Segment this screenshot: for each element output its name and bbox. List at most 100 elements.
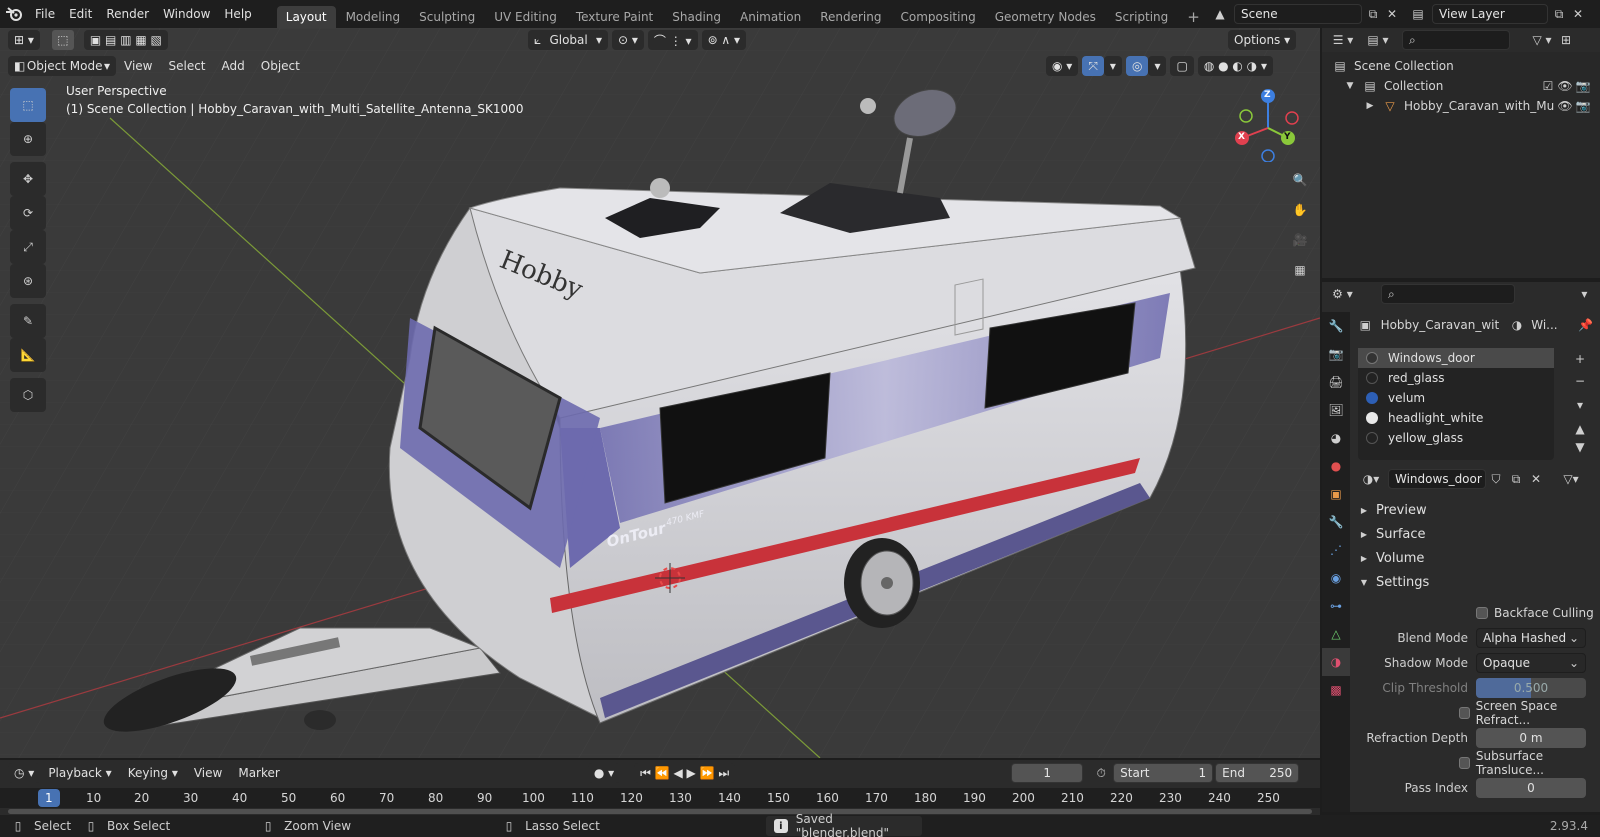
menu-add[interactable]: Add (214, 59, 253, 73)
stopwatch-icon[interactable]: ⏱ (1089, 766, 1113, 781)
transform-orientation-dropdown[interactable]: ⟀ Global ▾ (528, 30, 608, 50)
tab-world[interactable]: ● (1322, 452, 1350, 480)
material-name-field[interactable]: Windows_door (1388, 469, 1486, 489)
pivot-point-icon[interactable]: ⊙ ▾ (612, 30, 644, 50)
properties-search-input[interactable]: ⌕ (1380, 284, 1515, 304)
new-collection-icon[interactable]: ⊞ (1558, 33, 1574, 47)
tab-render[interactable]: 📷 (1322, 340, 1350, 368)
select-tool-icon[interactable]: ⬚ (51, 30, 74, 50)
ssr-checkbox[interactable] (1459, 706, 1470, 719)
shadow-mode-dropdown[interactable]: Opaque ⌄ (1476, 652, 1586, 673)
tab-rendering[interactable]: Rendering (811, 6, 890, 28)
select-box-tool[interactable]: ⬚ (10, 88, 46, 122)
render-camera-icon[interactable]: 📷 (1574, 99, 1592, 113)
keying-menu[interactable]: Keying ▾ (120, 766, 186, 780)
add-workspace-icon[interactable]: + (1178, 6, 1209, 28)
3d-viewport[interactable]: Hobby OnTour 470 KMF ⊞ ▾ ⬚ ▣ ▤ ▥ ▦ ▧ ⟀ G… (0, 28, 1320, 758)
unlink-material-icon[interactable]: ✕ (1526, 472, 1546, 486)
transform-tool[interactable]: ⊛ (10, 264, 46, 298)
expand-arrow-icon[interactable]: ▶ (1364, 101, 1376, 111)
list-item[interactable]: velum (1358, 388, 1554, 408)
render-camera-icon[interactable]: 📷 (1574, 79, 1592, 93)
menu-window[interactable]: Window (156, 0, 217, 28)
tab-view-layer[interactable]: 🖼 (1322, 396, 1350, 424)
measure-tool[interactable]: 📐 (10, 338, 46, 372)
tab-tool[interactable]: 🔧 (1322, 312, 1350, 340)
checkbox-icon[interactable]: ☑ (1540, 79, 1556, 93)
panel-options-icon[interactable]: ▾ (1575, 287, 1594, 301)
playback-controls[interactable]: ⏮ ⏪ ◀ ▶ ⏩ ⏭ (634, 763, 736, 783)
tab-texture-paint[interactable]: Texture Paint (567, 6, 662, 28)
section-settings[interactable]: ▼ Settings (1358, 570, 1594, 594)
tab-texture[interactable]: ▩ (1322, 676, 1350, 704)
gizmo-toggle-icon[interactable]: ⤧ (1082, 56, 1104, 76)
tab-constraints[interactable]: ⊶ (1322, 592, 1350, 620)
ortho-toggle-button[interactable]: ▦ (1286, 256, 1314, 284)
tab-modifiers[interactable]: 🔧 (1322, 508, 1350, 536)
cursor-tool[interactable]: ⊕ (10, 122, 46, 156)
rotate-tool[interactable]: ⟳ (10, 196, 46, 230)
section-preview[interactable]: ▶ Preview (1358, 498, 1594, 522)
browse-material-icon[interactable]: ◑▾ (1358, 472, 1384, 486)
select-mode-icons[interactable]: ▣ ▤ ▥ ▦ ▧ (83, 30, 168, 50)
tab-scene[interactable]: ◕ (1322, 424, 1350, 452)
outliner-search-input[interactable]: ⌕ (1402, 30, 1510, 50)
menu-file[interactable]: File (28, 0, 62, 28)
zoom-view-button[interactable]: 🔍 (1286, 166, 1314, 194)
pin-icon[interactable]: 📌 (1578, 318, 1594, 332)
tab-particles[interactable]: ⋰ (1322, 536, 1350, 564)
outliner-row-collection[interactable]: ▼ ▤ Collection ☑ 👁 📷 (1322, 76, 1600, 96)
slot-specials-icon[interactable]: ▾ (1570, 396, 1590, 414)
editor-type-icon[interactable]: ⊞ ▾ (8, 30, 40, 50)
new-scene-icon[interactable]: ⧉ (1362, 7, 1384, 22)
playback-menu[interactable]: Playback ▾ (40, 766, 119, 780)
clip-threshold-slider[interactable]: 0.500 (1476, 677, 1586, 698)
scene-icon[interactable]: ▲ (1206, 4, 1234, 24)
tab-animation[interactable]: Animation (731, 6, 810, 28)
annotate-tool[interactable]: ✎ (10, 304, 46, 338)
eye-icon[interactable]: 👁 (1556, 99, 1574, 113)
end-frame-field[interactable]: End 250 (1215, 763, 1300, 783)
menu-view[interactable]: View (116, 59, 160, 73)
move-up-icon[interactable]: ▲ (1570, 420, 1590, 438)
menu-render[interactable]: Render (99, 0, 156, 28)
move-down-icon[interactable]: ▼ (1570, 438, 1590, 456)
outliner-row-object[interactable]: ▶ ▽ Hobby_Caravan_with_Mu 👁 📷 (1322, 96, 1600, 116)
proportional-edit-icon[interactable]: ⊚ ∧ ▾ (701, 30, 747, 50)
list-item[interactable]: headlight_white (1358, 408, 1554, 428)
add-cube-tool[interactable]: ⬡ (10, 378, 46, 412)
tab-shading[interactable]: Shading (663, 6, 730, 28)
timeline-editor-icon[interactable]: ◷ ▾ (8, 763, 41, 783)
display-mode-icon[interactable]: ▤ ▾ (1362, 33, 1394, 47)
menu-select[interactable]: Select (160, 59, 213, 73)
list-item[interactable]: yellow_glass (1358, 428, 1554, 448)
scale-tool[interactable]: ⤢ (10, 230, 46, 264)
tab-compositing[interactable]: Compositing (891, 6, 984, 28)
tab-scripting[interactable]: Scripting (1106, 6, 1177, 28)
xray-icon[interactable]: ▢ (1170, 56, 1194, 76)
tab-sculpting[interactable]: Sculpting (410, 6, 484, 28)
move-tool[interactable]: ✥ (10, 162, 46, 196)
outliner-row-scene-collection[interactable]: ▤ Scene Collection (1322, 56, 1600, 76)
duplicate-material-icon[interactable]: ⧉ (1506, 472, 1526, 487)
camera-view-button[interactable]: 🎥 (1286, 226, 1314, 254)
add-slot-icon[interactable]: + (1570, 350, 1590, 368)
eye-icon[interactable]: 👁 (1556, 79, 1574, 93)
snap-icon[interactable]: ⌒ ⋮ ▾ (647, 30, 698, 50)
menu-object[interactable]: Object (253, 59, 308, 73)
refraction-depth-field[interactable]: 0 m (1476, 727, 1586, 748)
blender-logo-icon[interactable] (0, 0, 28, 28)
gizmo-dropdown-icon[interactable]: ▾ (1103, 56, 1122, 76)
expand-arrow-icon[interactable]: ▼ (1344, 81, 1356, 91)
marker-menu[interactable]: Marker (230, 766, 287, 780)
tab-layout[interactable]: Layout (276, 6, 336, 28)
record-keyframe-icon[interactable]: ● ▾ (587, 763, 621, 783)
view-layer-icon[interactable]: ▤ (1404, 4, 1432, 24)
menu-help[interactable]: Help (217, 0, 258, 28)
section-volume[interactable]: ▶ Volume (1358, 546, 1594, 570)
node-link-icon[interactable]: ▽▾ (1556, 472, 1586, 486)
current-frame-field[interactable]: 1 (1011, 763, 1084, 783)
frame-ruler[interactable]: 1 10 20 30 40 50 60 70 80 90 100 110 120… (0, 788, 1320, 808)
outliner-editor-icon[interactable]: ☰ ▾ (1328, 33, 1358, 47)
properties-editor-icon[interactable]: ⚙ ▾ (1328, 287, 1357, 301)
